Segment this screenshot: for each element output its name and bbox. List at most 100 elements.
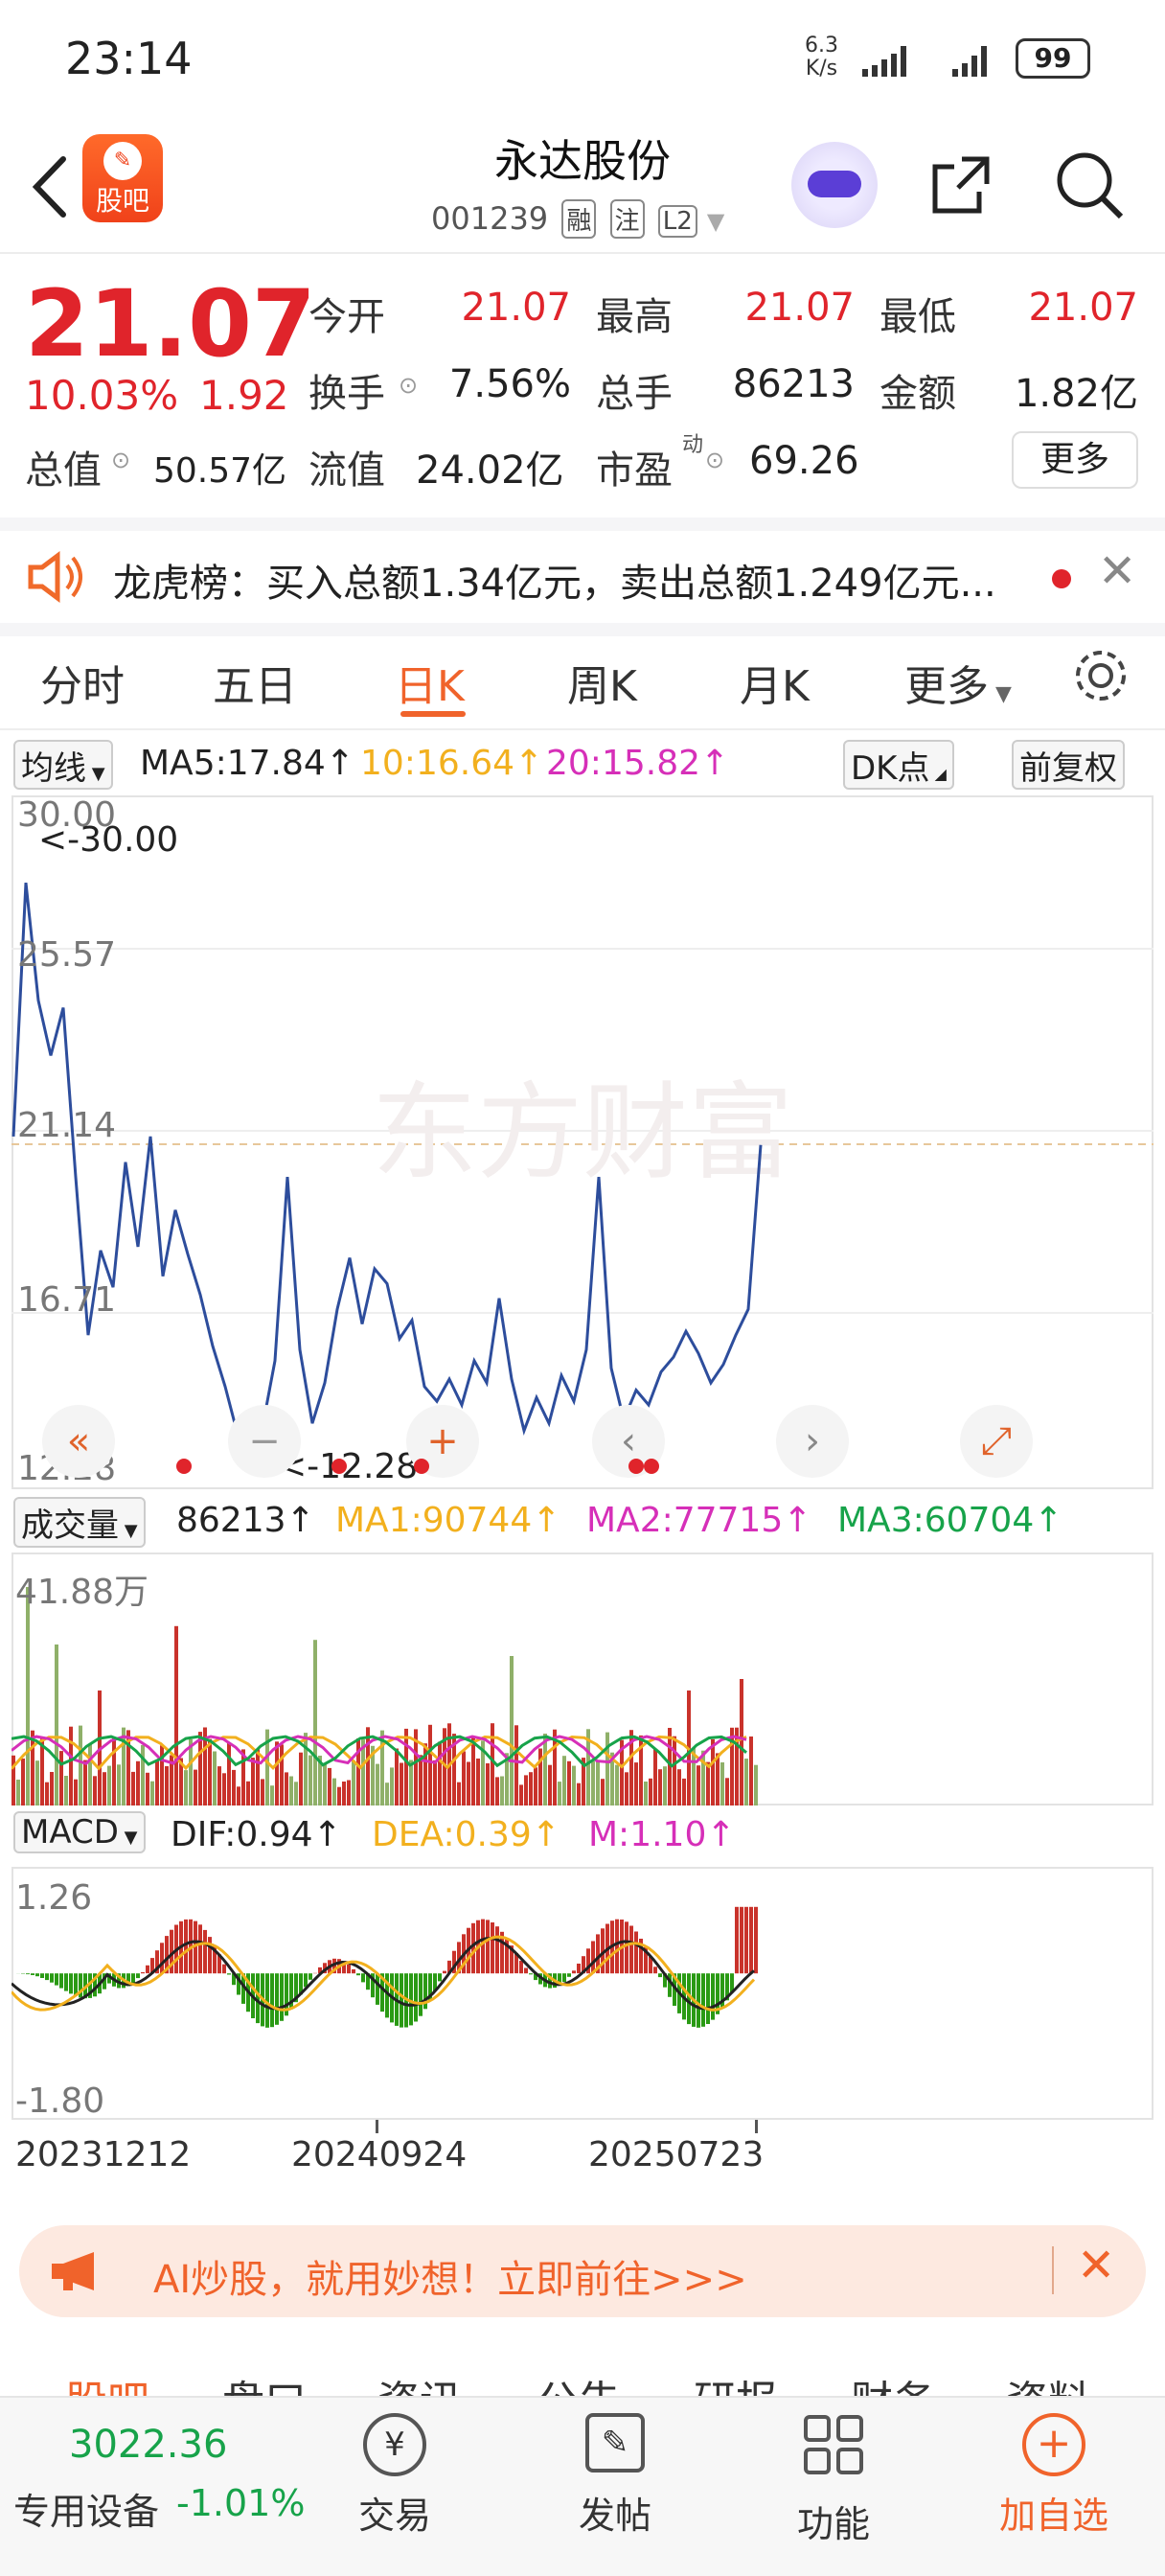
volume-bar	[605, 1732, 609, 1806]
volume-bar	[725, 1778, 729, 1806]
macd-bar	[361, 1973, 365, 1983]
add-watchlist-button[interactable]: + 加自选	[987, 2413, 1121, 2539]
market-cap-info-icon[interactable]: ⊙	[111, 447, 130, 473]
volume-bar	[744, 1759, 748, 1806]
volume-bar	[251, 1758, 255, 1806]
macd-bar	[697, 1973, 700, 2028]
tab-news[interactable]: 资讯	[377, 2367, 462, 2396]
tab-weekly-k[interactable]: 周K	[567, 652, 637, 713]
notice-bar[interactable]: 龙虎榜：买入总额1.34亿元，卖出总额1.249亿元... ✕	[0, 518, 1165, 623]
watermark: 东方财富	[372, 1071, 793, 1194]
macd-bar	[64, 1973, 68, 1991]
volume-bar	[716, 1753, 720, 1806]
event-dot[interactable]	[628, 1459, 644, 1474]
macd-bar	[615, 1919, 619, 1974]
volume-bar	[35, 1760, 39, 1806]
volume-bar	[16, 1780, 20, 1806]
volume-bar	[486, 1763, 490, 1806]
event-dot[interactable]	[414, 1459, 429, 1474]
tab-five-day[interactable]: 五日	[213, 652, 297, 713]
volume-bar	[117, 1764, 121, 1806]
macd-bar	[414, 1973, 418, 2022]
tab-announcements[interactable]: 公告	[537, 2367, 621, 2396]
macd-bar	[749, 1906, 753, 1974]
pe-dynamic-mark: 动	[682, 433, 704, 457]
volume-bar	[395, 1748, 399, 1806]
adjust-selector[interactable]: 前复权	[1012, 740, 1125, 790]
volume-bar	[146, 1772, 149, 1806]
search-icon[interactable]	[1052, 148, 1129, 224]
pe-value: 69.26	[749, 439, 859, 483]
volume-bar	[55, 1644, 58, 1806]
post-button[interactable]: ✎ 发帖	[558, 2413, 673, 2539]
turnover-label: 换手	[308, 372, 385, 416]
macd-bar	[567, 1973, 571, 1977]
volume-bar	[289, 1776, 293, 1806]
close-banner-icon[interactable]: ✕	[1077, 2239, 1115, 2292]
dropdown-icon[interactable]: ▼	[707, 208, 724, 235]
promo-text: AI炒股，就用妙想！立即前往>>>	[153, 2258, 747, 2302]
dk-point-toggle[interactable]: DK点 ◢	[843, 740, 954, 790]
next-button[interactable]: ›	[776, 1405, 849, 1478]
volume-bar	[366, 1727, 370, 1806]
volume-indicator-selector[interactable]: 成交量 ▼	[13, 1497, 146, 1548]
amount-label: 金额	[879, 372, 956, 416]
event-dot[interactable]	[644, 1459, 659, 1474]
tab-intraday[interactable]: 分时	[40, 652, 125, 713]
price-axis-tick: 21.14	[17, 1106, 117, 1145]
volume-bar	[184, 1770, 188, 1806]
x-axis-tick	[755, 2120, 758, 2133]
volume-bar	[596, 1761, 600, 1806]
stock-code-line: 001239 融 注 L2 ▼	[431, 199, 724, 239]
volume-bar	[45, 1782, 49, 1806]
macd-bar	[744, 1906, 748, 1974]
ai-promo-banner[interactable]: AI炒股，就用妙想！立即前往>>> ✕	[19, 2225, 1146, 2317]
pe-info-icon[interactable]: ⊙	[705, 447, 724, 473]
macd-bar	[486, 1920, 490, 1974]
tab-more[interactable]: 更多 ▼	[904, 652, 1012, 713]
macd-bar	[146, 1965, 149, 1974]
zoom-out-button[interactable]: −	[228, 1405, 301, 1478]
change-amount: 1.92	[199, 372, 289, 419]
indicator-selector[interactable]: 均线 ▼	[13, 740, 113, 790]
macd-bar	[754, 1906, 758, 1974]
tab-order-book[interactable]: 盘口	[222, 2367, 307, 2396]
sector-index[interactable]: 3022.36 专用设备 -1.01%	[0, 2398, 305, 2576]
macd-bar	[50, 1973, 54, 1983]
tab-guba[interactable]: 股吧	[65, 2367, 149, 2396]
tab-daily-k[interactable]: 日K	[395, 652, 465, 713]
macd-indicator-selector[interactable]: MACD ▼	[13, 1811, 146, 1853]
ai-robot-avatar[interactable]	[791, 142, 878, 228]
tab-research[interactable]: 研报	[694, 2367, 778, 2396]
volume-bar	[304, 1733, 308, 1806]
tab-monthly-k[interactable]: 月K	[740, 652, 810, 713]
scroll-left-button[interactable]: «	[42, 1405, 115, 1478]
volume-bar	[720, 1762, 724, 1806]
tab-finance[interactable]: 财务	[851, 2367, 935, 2396]
share-icon[interactable]	[925, 150, 996, 220]
volume-bar	[658, 1769, 662, 1806]
volume-bar	[337, 1786, 341, 1806]
volume-bar	[438, 1741, 442, 1806]
turnover-info-icon[interactable]: ⊙	[399, 372, 418, 399]
trade-button[interactable]: ¥ 交易	[337, 2413, 452, 2539]
functions-button[interactable]: 功能	[776, 2413, 891, 2547]
volume-bar	[150, 1781, 154, 1806]
settings-icon[interactable]	[1071, 646, 1131, 705]
active-tab-indicator	[400, 711, 466, 717]
volume-bar	[467, 1761, 470, 1806]
more-quote-button[interactable]: 更多	[1012, 431, 1138, 489]
float-cap-label: 流值	[308, 448, 385, 493]
close-notice-icon[interactable]: ✕	[1098, 544, 1136, 598]
high-label: 最高	[596, 295, 673, 339]
volume-bar	[711, 1738, 715, 1806]
macd-bar	[443, 1970, 446, 1974]
post-icon: ✎	[585, 2413, 645, 2472]
event-dot[interactable]	[331, 1459, 347, 1474]
volume-bar	[352, 1760, 355, 1806]
fullscreen-button[interactable]: ⤢	[960, 1405, 1033, 1478]
volume-bar	[103, 1772, 106, 1806]
tab-profile[interactable]: 资料	[1006, 2367, 1090, 2396]
event-dot[interactable]	[176, 1459, 192, 1474]
macd-bar	[438, 1973, 442, 1982]
